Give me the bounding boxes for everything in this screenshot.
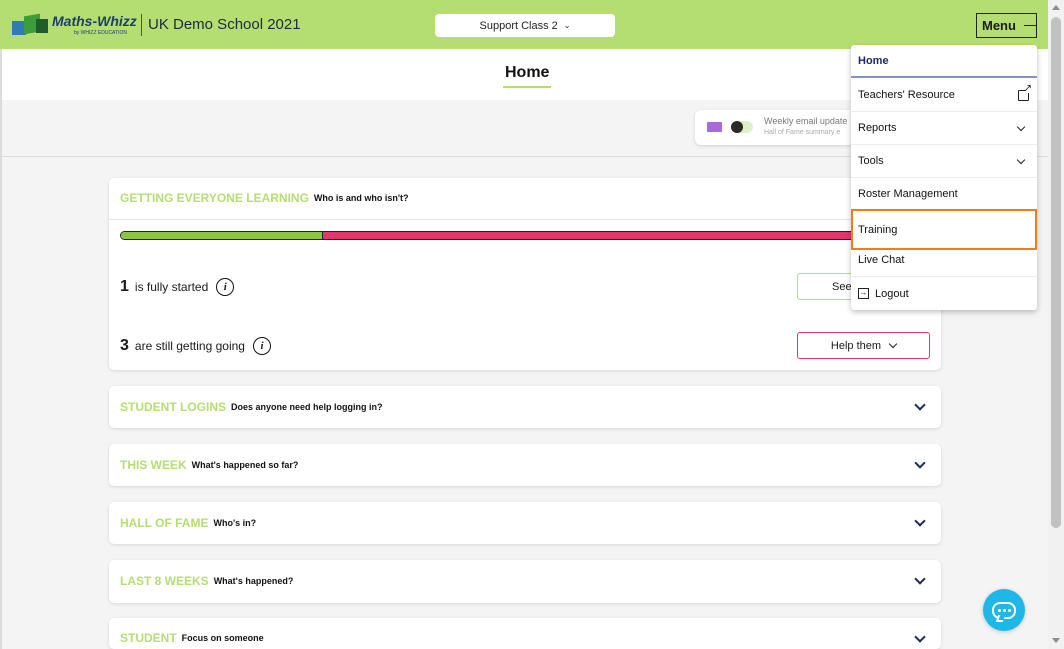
card-header: LAST 8 WEEKS What's happened? bbox=[120, 560, 293, 602]
chevron-down-icon[interactable] bbox=[914, 573, 926, 585]
card-keyword: GETTING EVERYONE LEARNING bbox=[120, 191, 309, 205]
toggle-knob bbox=[731, 121, 743, 133]
progress-started-segment bbox=[121, 232, 324, 239]
card-keyword: THIS WEEK bbox=[120, 458, 187, 472]
card-question: What's happened? bbox=[213, 576, 294, 586]
help-them-label: Help them bbox=[830, 339, 882, 352]
hall-of-fame-card[interactable]: HALL OF FAME Who's in? bbox=[109, 502, 941, 544]
still-going-row: 3 are still getting going i bbox=[120, 337, 271, 355]
envelope-icon bbox=[707, 122, 722, 132]
chevron-down-icon[interactable] bbox=[914, 631, 926, 643]
chevron-down-icon bbox=[888, 339, 898, 349]
card-header: THIS WEEK What's happened so far? bbox=[120, 444, 298, 486]
menu-item-label: Roster Management bbox=[858, 188, 958, 200]
menu-item-label: Live Chat bbox=[858, 254, 905, 266]
getting-everyone-learning-card: GETTING EVERYONE LEARNING Who is and who… bbox=[109, 178, 941, 370]
chevron-down-icon bbox=[1016, 155, 1026, 165]
vertical-scrollbar[interactable] bbox=[1048, 0, 1064, 649]
top-header: Maths-Whizz by WHIZZ EDUCATION UK Demo S… bbox=[0, 0, 1048, 49]
chat-button[interactable] bbox=[983, 589, 1025, 631]
card-header: STUDENT LOGINS Does anyone need help log… bbox=[120, 386, 383, 428]
progress-not-started-segment bbox=[323, 232, 930, 239]
card-header[interactable]: GETTING EVERYONE LEARNING Who is and who… bbox=[120, 178, 409, 218]
menu-item-label: Logout bbox=[875, 287, 909, 300]
menu-button[interactable]: Menu bbox=[976, 13, 1037, 38]
fully-started-text: is fully started bbox=[134, 280, 209, 294]
chevron-down-icon bbox=[1016, 122, 1026, 132]
menu-item-logout[interactable]: → Logout bbox=[851, 277, 1037, 310]
help-them-button[interactable]: Help them bbox=[797, 332, 930, 359]
maths-whizz-logo[interactable]: Maths-Whizz by WHIZZ EDUCATION bbox=[12, 12, 137, 38]
card-header: HALL OF FAME Who's in? bbox=[120, 502, 256, 544]
menu-item-label: Home bbox=[858, 54, 889, 67]
still-going-count: 3 bbox=[120, 337, 129, 354]
weekly-email-title: Weekly email update bbox=[764, 116, 848, 126]
header-divider bbox=[141, 14, 142, 36]
chevron-down-icon[interactable] bbox=[914, 457, 926, 469]
student-logins-card[interactable]: STUDENT LOGINS Does anyone need help log… bbox=[109, 386, 941, 428]
card-header: STUDENT Focus on someone bbox=[120, 618, 264, 649]
menu-item-tools[interactable]: Tools bbox=[851, 145, 1037, 178]
card-question: Who's in? bbox=[213, 518, 257, 528]
this-week-card[interactable]: THIS WEEK What's happened so far? bbox=[109, 444, 941, 486]
page-title-underline bbox=[503, 86, 551, 88]
fully-started-row: 1 is fully started i bbox=[120, 278, 235, 296]
menu-item-label: Reports bbox=[858, 122, 897, 134]
class-select-value: Support Class 2 bbox=[479, 19, 558, 32]
student-card[interactable]: STUDENT Focus on someone bbox=[109, 618, 941, 649]
card-keyword: HALL OF FAME bbox=[120, 516, 209, 530]
logo-brand: Maths-Whizz bbox=[52, 13, 137, 29]
chevron-down-icon: ⌄ bbox=[563, 21, 571, 30]
last-8-weeks-card[interactable]: LAST 8 WEEKS What's happened? bbox=[109, 560, 941, 603]
info-icon[interactable]: i bbox=[252, 337, 271, 355]
menu-button-label: Menu bbox=[982, 18, 1016, 33]
menu-item-label: Teachers' Resource bbox=[858, 89, 955, 101]
main-menu-dropdown: Home Teachers' Resource Reports Tools Ro… bbox=[851, 45, 1037, 310]
card-keyword: STUDENT bbox=[120, 631, 177, 645]
card-keyword: LAST 8 WEEKS bbox=[120, 574, 209, 588]
weekly-email-toggle[interactable] bbox=[731, 121, 753, 133]
see-button-label: See bbox=[832, 280, 852, 293]
chat-bubble-icon bbox=[992, 601, 1016, 619]
card-question: Does anyone need help logging in? bbox=[231, 402, 383, 412]
scroll-up-arrow-icon[interactable] bbox=[1052, 5, 1060, 10]
logo-subtitle: by WHIZZ EDUCATION bbox=[74, 30, 127, 36]
logout-icon: → bbox=[858, 288, 869, 299]
card-question: Who is and who isn't? bbox=[313, 193, 409, 203]
scroll-down-arrow-icon[interactable] bbox=[1052, 638, 1060, 643]
fully-started-count: 1 bbox=[120, 278, 129, 295]
menu-item-label: Training bbox=[858, 223, 898, 236]
card-question: What's happened so far? bbox=[191, 460, 299, 470]
page-title: Home bbox=[505, 64, 550, 81]
still-going-text: are still getting going bbox=[134, 339, 245, 353]
menu-bar-icon bbox=[1023, 24, 1036, 27]
menu-item-teachers-resource[interactable]: Teachers' Resource bbox=[851, 79, 1037, 112]
menu-item-roster-management[interactable]: Roster Management bbox=[851, 178, 1037, 211]
menu-item-live-chat[interactable]: Live Chat bbox=[851, 244, 1037, 277]
info-icon[interactable]: i bbox=[216, 278, 235, 296]
menu-item-home[interactable]: Home bbox=[851, 45, 1037, 78]
card-question: Focus on someone bbox=[181, 633, 264, 643]
weekly-email-widget: Weekly email update Hall of Fame summary… bbox=[695, 110, 865, 145]
weekly-email-subtitle: Hall of Fame summary e bbox=[764, 129, 841, 136]
card-keyword: STUDENT LOGINS bbox=[120, 400, 227, 414]
school-name: UK Demo School 2021 bbox=[148, 16, 301, 33]
scrollbar-thumb[interactable] bbox=[1051, 17, 1061, 528]
card-divider bbox=[109, 219, 941, 220]
class-select[interactable]: Support Class 2 ⌄ bbox=[435, 14, 615, 37]
chevron-down-icon[interactable] bbox=[914, 515, 926, 527]
learning-progress-bar bbox=[120, 231, 931, 240]
logo-cube-icon bbox=[12, 13, 50, 37]
menu-item-label: Tools bbox=[858, 155, 884, 167]
chevron-down-icon[interactable] bbox=[914, 399, 926, 411]
menu-item-reports[interactable]: Reports bbox=[851, 112, 1037, 145]
external-link-icon bbox=[1018, 84, 1032, 101]
